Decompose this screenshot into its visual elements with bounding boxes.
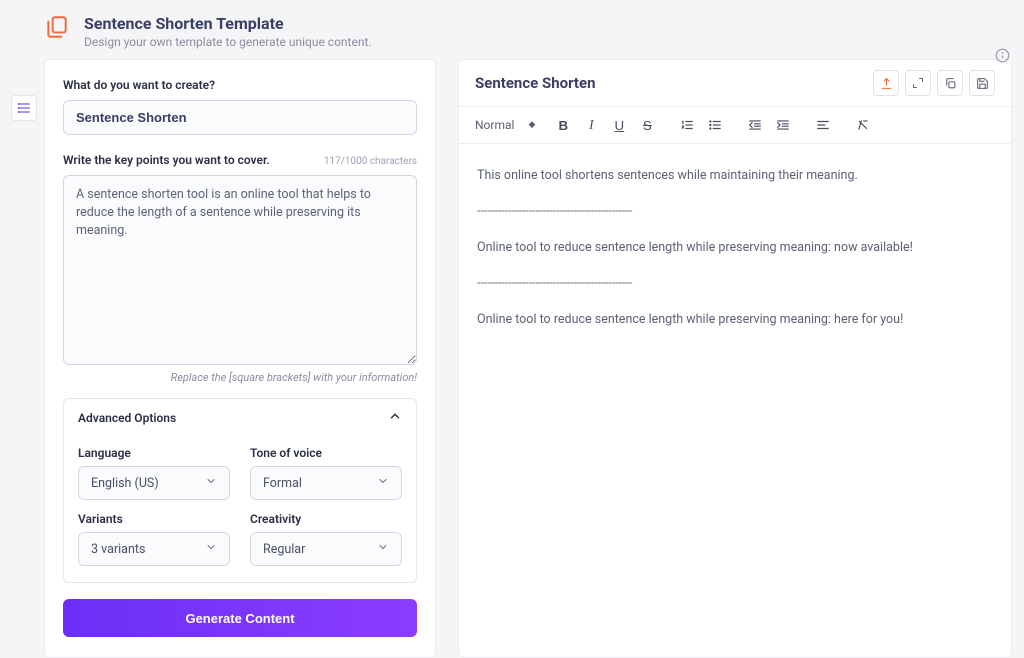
char-count: 117/1000 characters: [324, 156, 417, 167]
creativity-label: Creativity: [250, 512, 402, 526]
format-select[interactable]: Normal ◆: [471, 115, 539, 135]
outdent-button[interactable]: [743, 113, 767, 137]
clear-format-button[interactable]: [851, 113, 875, 137]
unordered-list-button[interactable]: [703, 113, 727, 137]
variants-label: Variants: [78, 512, 230, 526]
info-icon[interactable]: [995, 48, 1010, 67]
hint-text: Replace the [square brackets] with your …: [63, 371, 417, 384]
create-input[interactable]: [63, 100, 417, 135]
chevron-down-icon: [205, 541, 217, 557]
editor-title: Sentence Shorten: [475, 74, 596, 92]
variants-value: 3 variants: [91, 542, 145, 557]
caret-icon: ◆: [528, 120, 535, 130]
output-line: This online tool shortens sentences whil…: [477, 166, 993, 186]
format-value: Normal: [475, 118, 514, 132]
ordered-list-button[interactable]: [675, 113, 699, 137]
tone-select[interactable]: Formal: [250, 466, 402, 500]
strike-button[interactable]: S: [635, 113, 659, 137]
chevron-down-icon: [377, 475, 389, 491]
editor-topbar: Sentence Shorten: [459, 60, 1011, 107]
input-panel: What do you want to create? Write the ke…: [44, 59, 436, 658]
page-subtitle: Design your own template to generate uni…: [84, 35, 372, 49]
underline-button[interactable]: U: [607, 113, 631, 137]
bold-button[interactable]: B: [551, 113, 575, 137]
points-label: Write the key points you want to cover.: [63, 153, 270, 167]
output-line: Online tool to reduce sentence length wh…: [477, 310, 993, 330]
export-button[interactable]: [873, 70, 899, 96]
editor-panel: Sentence Shorten Normal ◆: [458, 59, 1012, 658]
tone-group: Tone of voice Formal: [250, 446, 402, 500]
chevron-down-icon: [205, 475, 217, 491]
copy-button[interactable]: [937, 70, 963, 96]
language-select[interactable]: English (US): [78, 466, 230, 500]
chevron-up-icon: [388, 409, 402, 426]
language-label: Language: [78, 446, 230, 460]
italic-button[interactable]: I: [579, 113, 603, 137]
expand-button[interactable]: [905, 70, 931, 96]
output-line: Online tool to reduce sentence length wh…: [477, 238, 993, 258]
sidebar-toggle[interactable]: [11, 95, 37, 121]
save-button[interactable]: [969, 70, 995, 96]
variants-select[interactable]: 3 variants: [78, 532, 230, 566]
generate-button[interactable]: Generate Content: [63, 599, 417, 637]
tone-label: Tone of voice: [250, 446, 402, 460]
language-group: Language English (US): [78, 446, 230, 500]
language-value: English (US): [91, 476, 159, 491]
advanced-options: Advanced Options Language English (US) T…: [63, 398, 417, 583]
editor-content[interactable]: This online tool shortens sentences whil…: [459, 144, 1011, 368]
page-header: Sentence Shorten Template Design your ow…: [0, 0, 1024, 59]
variants-group: Variants 3 variants: [78, 512, 230, 566]
align-button[interactable]: [811, 113, 835, 137]
advanced-toggle[interactable]: Advanced Options: [64, 399, 416, 436]
creativity-value: Regular: [263, 542, 305, 557]
separator: ----------------------------------------…: [477, 274, 993, 294]
page-title: Sentence Shorten Template: [84, 14, 372, 33]
tone-value: Formal: [263, 476, 302, 491]
creativity-group: Creativity Regular: [250, 512, 402, 566]
indent-button[interactable]: [771, 113, 795, 137]
points-textarea[interactable]: [63, 175, 417, 365]
separator: ----------------------------------------…: [477, 202, 993, 222]
chevron-down-icon: [377, 541, 389, 557]
creativity-select[interactable]: Regular: [250, 532, 402, 566]
template-icon: [44, 14, 70, 40]
create-label: What do you want to create?: [63, 78, 417, 92]
editor-toolbar: Normal ◆ B I U S: [459, 107, 1011, 144]
advanced-title: Advanced Options: [78, 411, 176, 425]
